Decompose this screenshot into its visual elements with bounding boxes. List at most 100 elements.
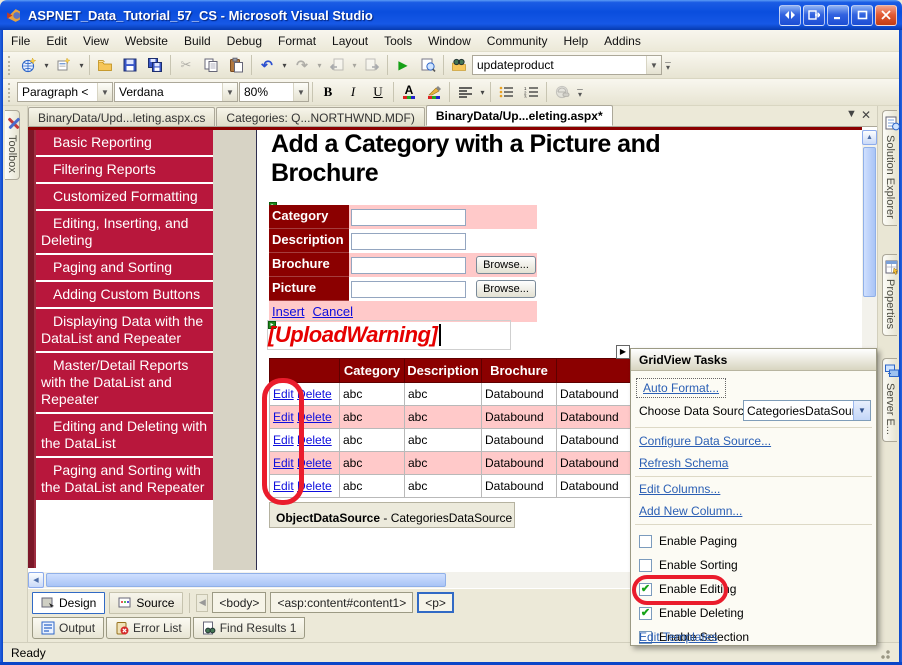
tag-p[interactable]: <p> (417, 592, 454, 613)
copy-button[interactable] (199, 54, 223, 76)
combo-dropdown-arrow-icon[interactable]: ▼ (646, 56, 661, 74)
pin-toggle-button[interactable] (779, 4, 801, 26)
enable-deleting-checkbox[interactable]: ✔ (639, 606, 652, 620)
menu-website[interactable]: Website (117, 31, 176, 51)
toolbar-grip[interactable] (8, 82, 13, 102)
start-debugging-button[interactable]: ▶ (391, 54, 415, 76)
find-results-tab[interactable]: Find Results 1 (192, 617, 306, 639)
close-document-button[interactable]: ✕ (861, 108, 871, 122)
view-in-browser-button[interactable] (416, 54, 440, 76)
data-source-combo[interactable]: CategoriesDataSource ▼ (743, 400, 871, 421)
nav-displaying-datalist-repeater[interactable]: Displaying Data with the DataList and Re… (36, 309, 213, 351)
menu-edit[interactable]: Edit (38, 31, 75, 51)
hyperlink-button[interactable] (550, 81, 574, 103)
nav-filtering-reports[interactable]: Filtering Reports (36, 157, 213, 182)
combo-dropdown-arrow-icon[interactable]: ▼ (293, 83, 308, 101)
nav-master-detail-datalist[interactable]: Master/Detail Reports with the DataList … (36, 353, 213, 412)
redo-dropdown[interactable]: ▾ (315, 61, 324, 70)
undo-button[interactable]: ↶ (255, 54, 279, 76)
tab-binarydata-cs[interactable]: BinaryData/Upd...leting.aspx.cs (28, 107, 216, 126)
navigate-forward-button[interactable] (360, 54, 384, 76)
save-button[interactable] (118, 54, 142, 76)
nav-customized-formatting[interactable]: Customized Formatting (36, 184, 213, 209)
configure-data-source-link[interactable]: Configure Data Source... (639, 434, 771, 448)
edit-templates-link[interactable]: Edit Templates (639, 630, 718, 644)
add-new-item-button[interactable] (52, 54, 76, 76)
minimize-button[interactable] (827, 4, 849, 26)
tag-body[interactable]: <body> (212, 592, 267, 613)
menu-addins[interactable]: Addins (596, 31, 649, 51)
description-textbox[interactable] (351, 232, 466, 250)
server-explorer-tab[interactable]: Server E... (882, 358, 899, 442)
insert-link[interactable]: Insert (272, 304, 305, 319)
auto-format-link[interactable]: Auto Format... (636, 378, 727, 398)
toolbar-overflow-button[interactable]: ─ ▾ (575, 82, 585, 102)
align-dropdown[interactable]: ▾ (478, 88, 487, 97)
menu-community[interactable]: Community (479, 31, 556, 51)
title-bar[interactable]: ASPNET_Data_Tutorial_57_CS - Microsoft V… (0, 0, 902, 30)
menu-debug[interactable]: Debug (219, 31, 270, 51)
picture-browse-button[interactable]: Browse... (476, 280, 536, 298)
undo-dropdown[interactable]: ▾ (280, 61, 289, 70)
solution-explorer-tab[interactable]: Solution Explorer (882, 110, 900, 226)
add-new-column-link[interactable]: Add New Column... (639, 504, 742, 518)
combo-dropdown-arrow-icon[interactable]: ▼ (97, 83, 112, 101)
bold-button[interactable]: B (316, 81, 340, 103)
source-view-button[interactable]: Source (109, 591, 184, 614)
nav-basic-reporting[interactable]: Basic Reporting (36, 130, 213, 155)
upload-warning-paragraph[interactable]: [UploadWarning] (267, 320, 511, 350)
new-website-button[interactable] (17, 54, 41, 76)
refresh-schema-link[interactable]: Refresh Schema (639, 456, 728, 470)
menu-tools[interactable]: Tools (376, 31, 420, 51)
enable-paging-checkbox[interactable] (639, 534, 652, 548)
cancel-link[interactable]: Cancel (313, 304, 353, 319)
undock-button[interactable] (803, 4, 825, 26)
bullet-list-button[interactable] (494, 81, 518, 103)
close-button[interactable] (875, 4, 897, 26)
command-combo[interactable]: updateproduct ▼ (472, 55, 662, 75)
nav-adding-custom-buttons[interactable]: Adding Custom Buttons (36, 282, 213, 307)
vertical-scroll-thumb[interactable] (863, 147, 876, 297)
combo-dropdown-arrow-icon[interactable]: ▼ (853, 401, 870, 420)
brochure-browse-button[interactable]: Browse... (476, 256, 536, 274)
nav-editing-inserting-deleting[interactable]: Editing, Inserting, and Deleting (36, 211, 213, 253)
enable-sorting-checkbox[interactable] (639, 558, 652, 572)
resize-grip[interactable] (877, 645, 891, 660)
menu-format[interactable]: Format (270, 31, 324, 51)
underline-button[interactable]: U (366, 81, 390, 103)
font-color-button[interactable]: A (397, 81, 421, 103)
maximize-button[interactable] (851, 4, 873, 26)
design-view-button[interactable]: Design (32, 591, 106, 614)
paste-button[interactable] (224, 54, 248, 76)
menu-layout[interactable]: Layout (324, 31, 376, 51)
tab-categories-mdf[interactable]: Categories: Q...NORTHWND.MDF) (216, 107, 425, 126)
menu-help[interactable]: Help (555, 31, 596, 51)
scroll-up-button[interactable]: ▲ (862, 130, 877, 145)
tag-nav-left-arrow[interactable]: ◀ (196, 593, 209, 612)
open-file-button[interactable] (93, 54, 117, 76)
nav-editing-deleting-datalist[interactable]: Editing and Deleting with the DataList (36, 414, 213, 456)
error-list-tab[interactable]: Error List (106, 617, 191, 639)
scroll-left-button[interactable]: ◀ (28, 572, 44, 588)
toolbar-grip[interactable] (8, 55, 13, 75)
toolbar-overflow-button[interactable]: ─ ▾ (663, 55, 673, 75)
nav-paging-sorting-datalist[interactable]: Paging and Sorting with the DataList and… (36, 458, 213, 500)
block-format-combo[interactable]: Paragraph < ▼ (17, 82, 113, 102)
tag-asp-content[interactable]: <asp:content#content1> (270, 592, 414, 613)
properties-tab[interactable]: Properties (882, 254, 899, 337)
redo-button[interactable]: ↷ (290, 54, 314, 76)
menu-file[interactable]: File (3, 31, 38, 51)
numbered-list-button[interactable]: 123 (519, 81, 543, 103)
highlight-color-button[interactable] (422, 81, 446, 103)
gridview-smart-tag-button[interactable]: ▶ (616, 345, 630, 359)
toolbox-tab[interactable]: Toolbox (5, 110, 20, 180)
menu-window[interactable]: Window (420, 31, 479, 51)
find-in-files-button[interactable] (447, 54, 471, 76)
font-name-combo[interactable]: Verdana ▼ (114, 82, 238, 102)
menu-view[interactable]: View (75, 31, 117, 51)
combo-dropdown-arrow-icon[interactable]: ▼ (222, 83, 237, 101)
cut-button[interactable]: ✂ (174, 54, 198, 76)
save-all-button[interactable] (143, 54, 167, 76)
tab-list-dropdown[interactable]: ▼ (846, 108, 857, 122)
italic-button[interactable]: I (341, 81, 365, 103)
